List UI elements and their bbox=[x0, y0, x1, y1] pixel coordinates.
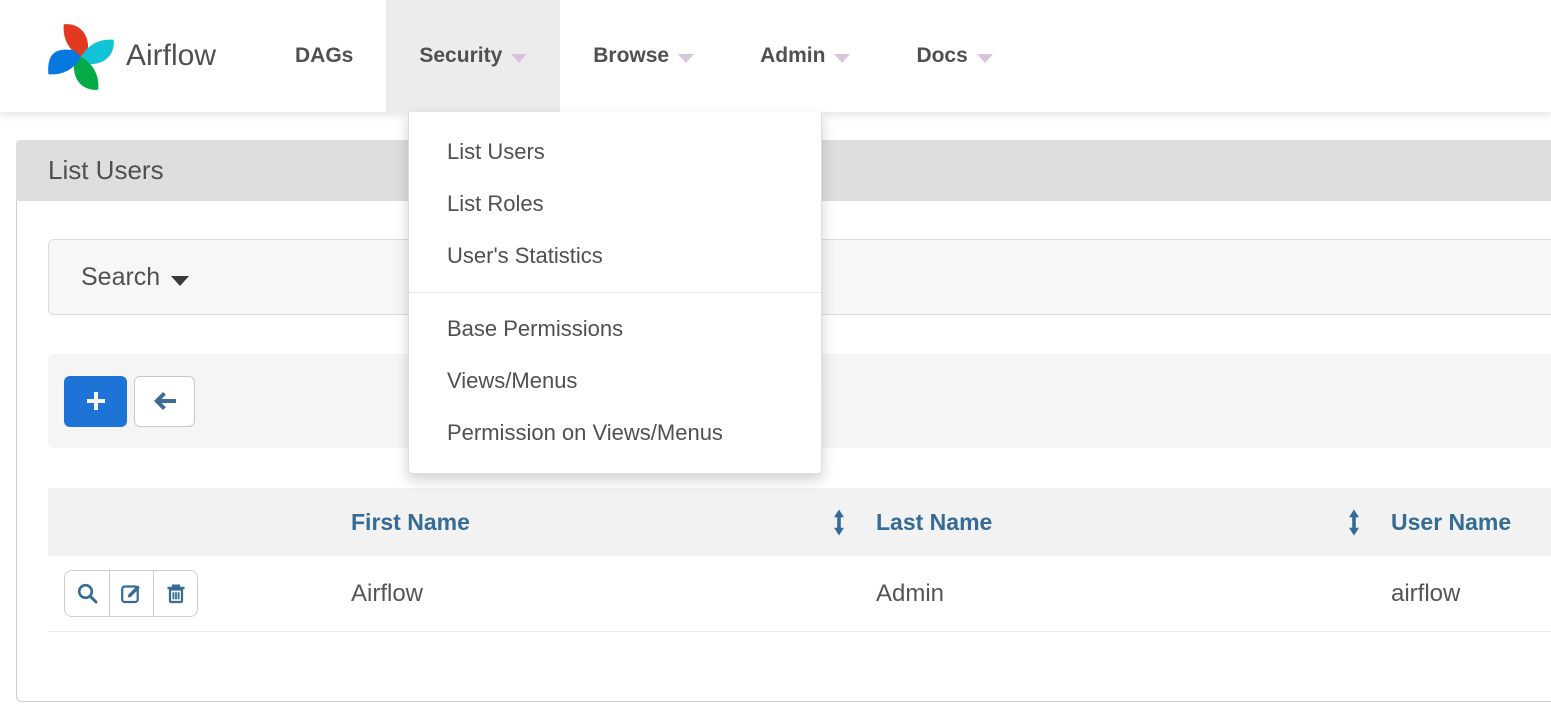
column-header-first-name[interactable]: First Name bbox=[348, 488, 873, 556]
users-table: First Name Last Name bbox=[48, 488, 1551, 632]
cell-value: Airflow bbox=[351, 580, 423, 608]
nav-item-label: DAGs bbox=[295, 44, 353, 68]
navbar: Airflow DAGs Security Browse Admin Docs bbox=[0, 0, 1551, 112]
menu-divider bbox=[409, 292, 821, 293]
magnifier-icon bbox=[76, 582, 99, 605]
trash-icon bbox=[165, 582, 187, 605]
nav-item-docs[interactable]: Docs bbox=[883, 0, 1025, 112]
nav-item-dags[interactable]: DAGs bbox=[262, 0, 386, 112]
menu-item-base-permissions[interactable]: Base Permissions bbox=[409, 303, 821, 355]
menu-item-list-roles[interactable]: List Roles bbox=[409, 178, 821, 230]
row-actions-cell bbox=[48, 570, 348, 617]
plus-icon bbox=[85, 390, 107, 412]
caret-down-icon bbox=[977, 54, 993, 63]
show-record-button[interactable] bbox=[65, 571, 109, 616]
edit-record-button[interactable] bbox=[109, 571, 153, 616]
airflow-logo-icon bbox=[38, 14, 124, 100]
sort-icon[interactable] bbox=[833, 509, 845, 536]
column-label: First Name bbox=[351, 509, 470, 536]
menu-item-permission-on-views-menus[interactable]: Permission on Views/Menus bbox=[409, 407, 821, 459]
column-label: User Name bbox=[1391, 509, 1511, 536]
back-arrow-icon bbox=[152, 390, 178, 412]
brand[interactable]: Airflow bbox=[38, 0, 216, 112]
nav-item-label: Browse bbox=[593, 44, 669, 68]
caret-down-icon bbox=[171, 276, 189, 286]
page-title: List Users bbox=[48, 155, 164, 186]
cell-value: airflow bbox=[1391, 580, 1460, 608]
cell-value: Admin bbox=[876, 580, 944, 608]
nav-item-admin[interactable]: Admin bbox=[727, 0, 883, 112]
nav-item-label: Admin bbox=[760, 44, 825, 68]
table-row: Airflow Admin airflow bbox=[48, 556, 1551, 632]
table-header-row: First Name Last Name bbox=[48, 488, 1551, 556]
column-label: Last Name bbox=[876, 509, 992, 536]
cell-first-name: Airflow bbox=[348, 580, 873, 608]
nav-item-browse[interactable]: Browse bbox=[560, 0, 727, 112]
row-action-group bbox=[64, 570, 198, 617]
brand-name: Airflow bbox=[126, 39, 216, 73]
nav-item-label: Docs bbox=[916, 44, 967, 68]
caret-down-icon bbox=[834, 54, 850, 63]
menu-item-views-menus[interactable]: Views/Menus bbox=[409, 355, 821, 407]
sort-icon[interactable] bbox=[1348, 509, 1360, 536]
column-header-actions bbox=[48, 488, 348, 556]
nav-item-security[interactable]: Security bbox=[386, 0, 560, 112]
search-label: Search bbox=[81, 263, 160, 292]
delete-record-button[interactable] bbox=[153, 571, 197, 616]
column-header-last-name[interactable]: Last Name bbox=[873, 488, 1388, 556]
menu-item-users-statistics[interactable]: User's Statistics bbox=[409, 230, 821, 282]
security-dropdown-menu: List Users List Roles User's Statistics … bbox=[408, 112, 822, 474]
caret-down-icon bbox=[678, 54, 694, 63]
add-user-button[interactable] bbox=[64, 376, 127, 427]
caret-down-icon bbox=[511, 54, 527, 63]
edit-icon bbox=[120, 582, 143, 605]
cell-last-name: Admin bbox=[873, 580, 1388, 608]
nav-items: DAGs Security Browse Admin Docs bbox=[262, 0, 1026, 112]
column-header-user-name[interactable]: User Name bbox=[1388, 488, 1551, 556]
back-button[interactable] bbox=[134, 376, 195, 427]
nav-item-label: Security bbox=[419, 44, 502, 68]
menu-item-list-users[interactable]: List Users bbox=[409, 126, 821, 178]
cell-user-name: airflow bbox=[1388, 580, 1551, 608]
